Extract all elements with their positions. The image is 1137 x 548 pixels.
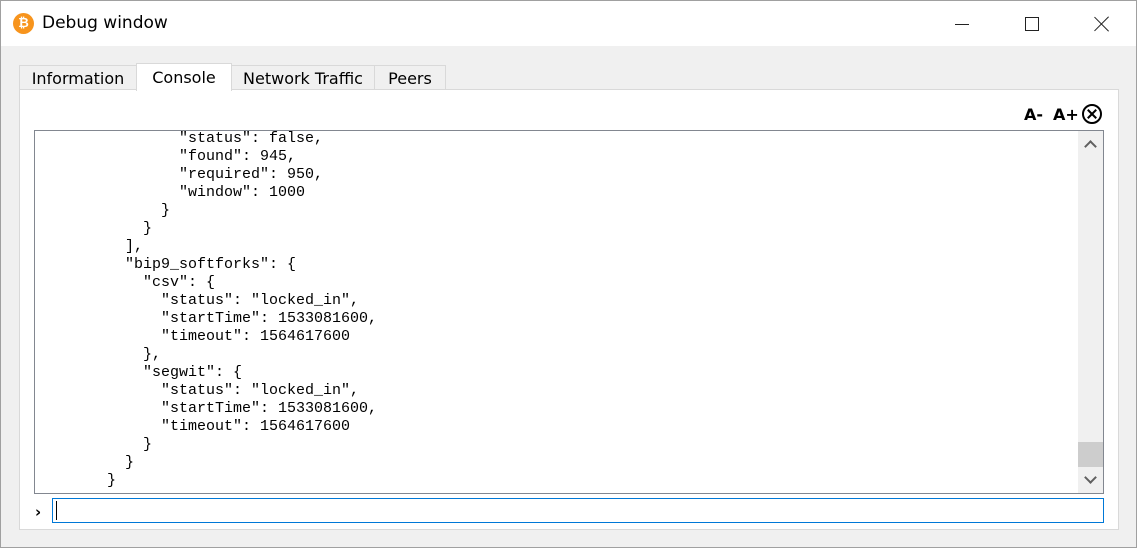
console-output[interactable]: "status": false, "found": 945, "required… xyxy=(34,130,1104,494)
console-line: "window": 1000 xyxy=(35,184,306,201)
font-decrease-button[interactable]: A- xyxy=(1024,105,1043,124)
console-line: }, xyxy=(35,346,162,363)
console-line: } xyxy=(35,454,135,471)
tab-network-traffic[interactable]: Network Traffic xyxy=(231,65,375,91)
scroll-thumb[interactable] xyxy=(1078,442,1103,467)
maximize-icon xyxy=(1025,16,1039,31)
close-icon xyxy=(1094,16,1110,32)
tab-peers-label: Peers xyxy=(388,69,432,88)
console-line: ], xyxy=(35,238,144,255)
console-line: "required": 950, xyxy=(35,166,324,183)
close-button[interactable] xyxy=(1079,1,1125,46)
console-command-input[interactable] xyxy=(52,498,1104,523)
tab-information[interactable]: Information xyxy=(19,65,137,91)
console-scrollbar[interactable] xyxy=(1078,131,1103,493)
title-bar[interactable]: ₿ Debug window xyxy=(1,1,1136,46)
debug-window: ₿ Debug window Information Console Netwo… xyxy=(0,0,1137,548)
console-lines: "status": false, "found": 945, "required… xyxy=(35,130,1075,490)
console-line: "timeout": 1564617600 xyxy=(35,418,351,435)
tab-console[interactable]: Console xyxy=(136,63,232,91)
tab-information-label: Information xyxy=(31,69,125,88)
bitcoin-logo-icon: ₿ xyxy=(13,13,34,34)
console-line: "bip9_softforks": { xyxy=(35,256,297,273)
chevron-down-icon xyxy=(1084,471,1097,484)
console-line: "timeout": 1564617600 xyxy=(35,328,351,345)
console-line: "status": false, xyxy=(35,130,324,147)
console-line: "segwit": { xyxy=(35,364,243,381)
chevron-up-icon xyxy=(1084,140,1097,153)
maximize-button[interactable] xyxy=(1009,1,1055,46)
console-line: } xyxy=(35,220,153,237)
text-caret xyxy=(56,501,57,520)
minimize-icon xyxy=(955,24,969,25)
tab-network-traffic-label: Network Traffic xyxy=(243,69,363,88)
scroll-up-button[interactable] xyxy=(1078,131,1103,157)
console-line: } xyxy=(35,472,117,489)
console-line: "status": "locked_in", xyxy=(35,382,360,399)
console-line: "found": 945, xyxy=(35,148,297,165)
prompt-chevron-icon: › xyxy=(35,503,42,521)
console-line: "status": "locked_in", xyxy=(35,292,360,309)
console-line: } xyxy=(35,202,171,219)
font-increase-button[interactable]: A+ xyxy=(1053,105,1079,124)
console-line: "startTime": 1533081600, xyxy=(35,400,378,417)
clear-console-icon[interactable] xyxy=(1082,104,1102,124)
scroll-down-button[interactable] xyxy=(1078,467,1103,493)
tab-console-label: Console xyxy=(152,68,216,87)
console-line: "startTime": 1533081600, xyxy=(35,310,378,327)
minimize-button[interactable] xyxy=(939,1,985,46)
console-line: } xyxy=(35,436,153,453)
window-title: Debug window xyxy=(42,13,168,33)
tab-peers[interactable]: Peers xyxy=(374,65,446,91)
console-line: "csv": { xyxy=(35,274,216,291)
